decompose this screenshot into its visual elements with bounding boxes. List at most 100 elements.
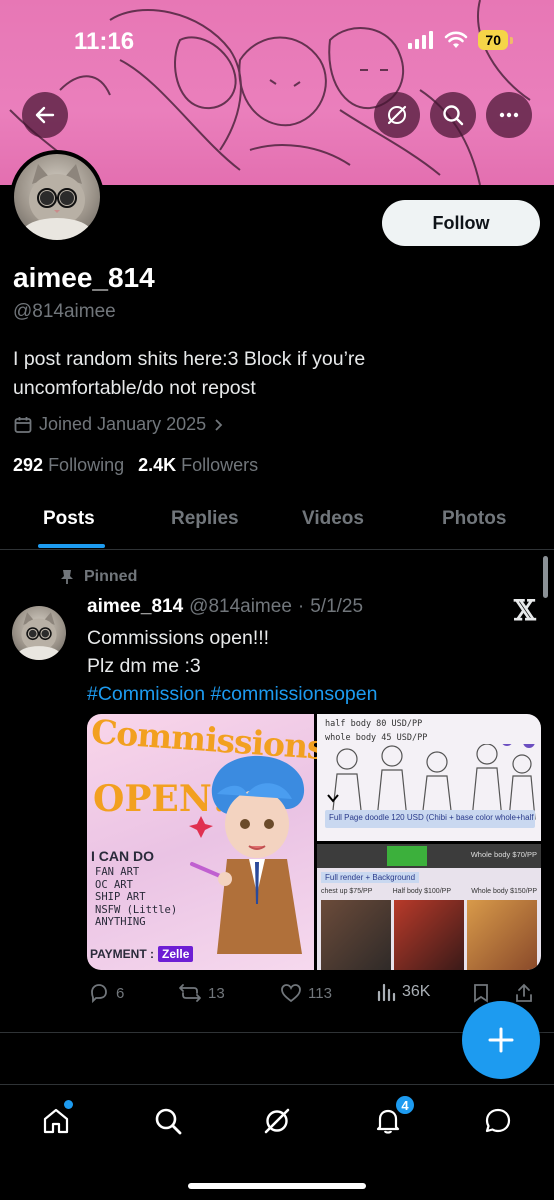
arrow-left-icon	[35, 106, 55, 124]
image-payment-row: PAYMENT : Zelle	[90, 946, 194, 962]
grok-icon	[387, 105, 407, 125]
nav-messages[interactable]	[478, 1101, 518, 1141]
profile-display-name: aimee_814	[13, 262, 155, 293]
follow-button[interactable]: Follow	[382, 200, 540, 246]
following-count: 292	[13, 455, 44, 475]
like-button[interactable]: 113	[280, 982, 332, 1004]
grok-button[interactable]	[374, 92, 420, 138]
bio-line-2: uncomfortable/do not repost	[13, 377, 256, 399]
price-whole-body: whole body 45 USD/PP	[325, 733, 428, 743]
reply-count: 6	[116, 984, 125, 1002]
repost-count: 13	[208, 984, 225, 1002]
following-link[interactable]: 292 Following	[13, 455, 124, 476]
profile-bio: I post random shits here:3 Block if you’…	[13, 345, 533, 403]
image-list-heading: I CAN DO	[91, 848, 154, 864]
post-line-1: Commissions open!!!	[87, 627, 270, 649]
image-list-item: FAN ART	[95, 866, 140, 878]
like-count: 113	[308, 984, 332, 1002]
heart-icon	[281, 984, 301, 1003]
x-logo-icon[interactable]: 𝕏	[514, 594, 536, 627]
price-whole-body-2: Whole body $70/PP	[470, 850, 537, 859]
chevron-right-icon	[215, 418, 223, 431]
post-separator: ·	[297, 596, 305, 617]
cellular-signal-icon	[408, 31, 434, 49]
home-unread-dot	[64, 1100, 73, 1109]
post-author-name[interactable]: aimee_814	[87, 596, 183, 618]
image-list-item: ANYTHING	[95, 916, 146, 928]
battery-indicator: 70	[478, 30, 513, 50]
price-chest-up: chest up $75/PP	[321, 888, 373, 895]
tab-posts[interactable]: Posts	[43, 508, 95, 530]
sample-art-2	[394, 900, 464, 970]
profile-handle: @814aimee	[13, 301, 116, 322]
followers-count: 2.4K	[138, 455, 177, 475]
bookmark-icon	[474, 984, 488, 1003]
calendar-icon	[14, 416, 32, 433]
repost-button[interactable]: 13	[178, 982, 225, 1004]
status-bar: 11:16 70	[0, 0, 554, 85]
followers-link[interactable]: 2.4K Followers	[138, 455, 258, 476]
profile-stats: 292 Following 2.4K Followers	[13, 455, 258, 476]
pin-icon	[61, 570, 73, 584]
nav-explore[interactable]	[148, 1101, 188, 1141]
pinned-label: Pinned	[60, 568, 137, 586]
chevron-down-icon	[327, 794, 339, 803]
hashtag-commission[interactable]: #Commission	[87, 683, 205, 705]
active-tab-indicator	[38, 544, 105, 548]
search-button[interactable]	[430, 92, 476, 138]
repost-icon	[179, 984, 201, 1002]
media-commissions-open-image[interactable]: Commissions OPEN! I CAN DO FAN ART OC AR…	[87, 714, 326, 970]
view-count: 36K	[402, 983, 431, 1000]
price-whole-body-3: Whole body $150/PP	[471, 888, 537, 895]
price-full-page: Full Page doodle 120 USD (Chibi + base c…	[325, 810, 535, 828]
sample-artworks	[321, 900, 537, 970]
share-button[interactable]	[514, 982, 534, 1004]
notifications-badge: 4	[394, 1094, 416, 1116]
post-date[interactable]: 5/1/25	[310, 596, 363, 618]
media-price-sheet-bottom[interactable]: Whole body $70/PP Full render + Backgrou…	[317, 844, 541, 970]
price-list-top: half body 80 USD/PP whole body 45 USD/PP	[325, 717, 427, 745]
views-chart-icon	[377, 983, 396, 1002]
scrollbar[interactable]	[543, 556, 548, 598]
joined-text: Joined January 2025	[39, 414, 207, 434]
followers-label: Followers	[181, 455, 259, 475]
plus-icon	[488, 1027, 514, 1053]
more-options-button[interactable]	[486, 92, 532, 138]
media-price-sheet-top[interactable]: half body 80 USD/PP whole body 45 USD/PP…	[317, 714, 541, 841]
kitten-avatar-image	[17, 612, 61, 660]
image-payment-label: PAYMENT :	[90, 947, 155, 961]
tab-replies[interactable]: Replies	[171, 508, 239, 530]
following-label: Following	[48, 455, 125, 475]
post-hashtags: #Commission #commissionsopen	[87, 680, 377, 708]
joined-date[interactable]: Joined January 2025	[13, 414, 226, 435]
post-author-avatar[interactable]	[12, 606, 66, 660]
green-swatch	[387, 846, 427, 866]
reply-icon	[91, 984, 107, 1004]
home-icon	[43, 1108, 69, 1134]
reply-button[interactable]: 6	[88, 982, 124, 1004]
price-full-render: Full render + Background	[321, 872, 420, 883]
search-icon	[443, 105, 464, 126]
more-dots-icon	[499, 112, 519, 118]
pinned-text: Pinned	[84, 568, 138, 585]
tab-photos[interactable]: Photos	[442, 508, 506, 530]
back-button[interactable]	[22, 92, 68, 138]
sample-art-1	[321, 900, 391, 970]
views-button[interactable]: 36K	[376, 982, 430, 1002]
nav-grok[interactable]	[257, 1101, 297, 1141]
post-body: Commissions open!!! Plz dm me :3 #Commis…	[87, 624, 377, 708]
tab-videos[interactable]: Videos	[302, 508, 364, 530]
profile-avatar[interactable]	[10, 150, 104, 244]
post-author-handle[interactable]: @814aimee	[189, 596, 292, 618]
image-list-item: OC ART	[95, 878, 133, 891]
sample-art-3	[467, 900, 537, 970]
post-media-grid[interactable]: Commissions OPEN! I CAN DO FAN ART OC AR…	[87, 714, 541, 970]
character-illustration	[189, 755, 305, 954]
compose-post-button[interactable]	[462, 1001, 540, 1079]
home-indicator[interactable]	[188, 1183, 366, 1189]
bookmark-button[interactable]	[472, 982, 490, 1004]
grok-icon	[264, 1108, 290, 1134]
hashtag-commissionsopen[interactable]: #commissionsopen	[211, 683, 378, 705]
post-line-2: Plz dm me :3	[87, 655, 201, 677]
post-header: aimee_814 @814aimee · 5/1/25	[87, 596, 363, 618]
